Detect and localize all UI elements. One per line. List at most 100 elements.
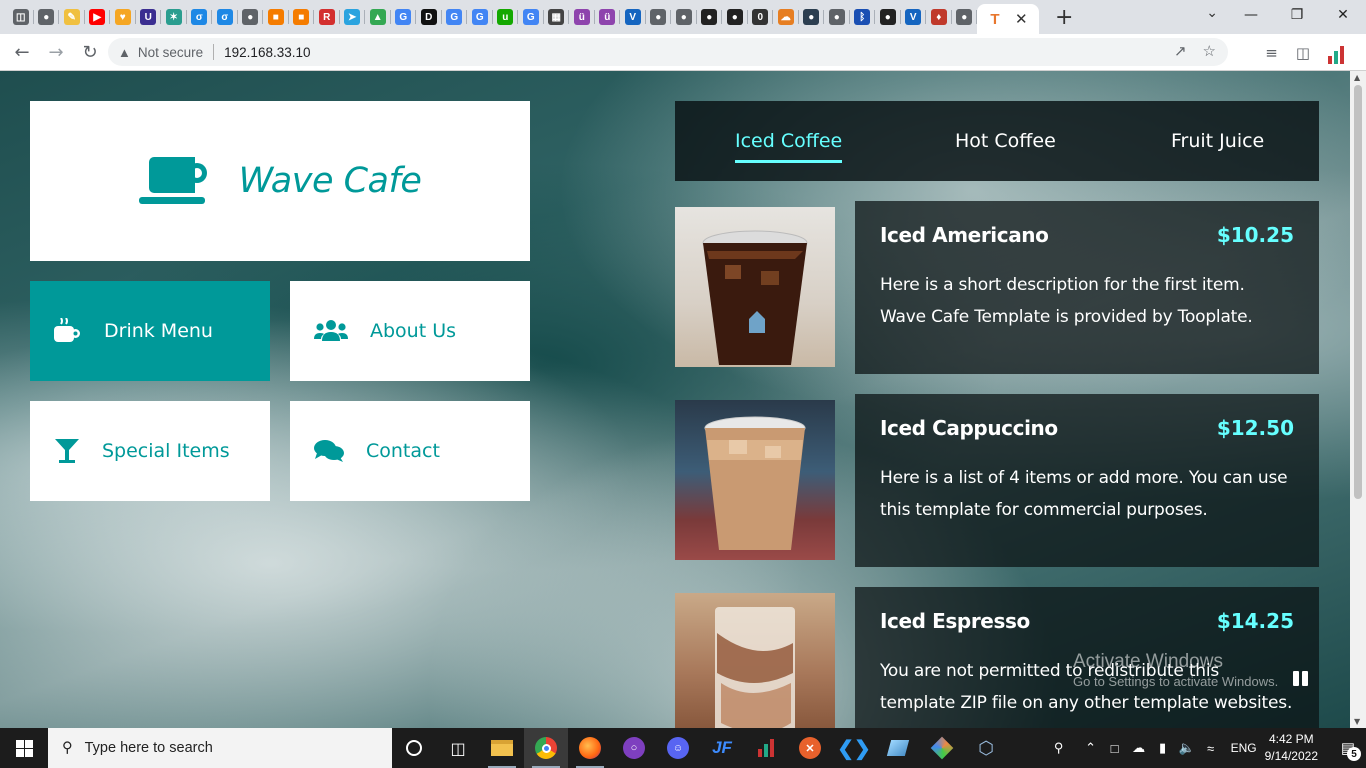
scrollbar-thumb[interactable] xyxy=(1354,85,1362,499)
browser-tab[interactable]: ● xyxy=(238,0,264,34)
task-view-icon[interactable]: ◫ xyxy=(436,728,480,768)
item-card-iced-americano[interactable]: Iced Americano $10.25 Here is a short de… xyxy=(855,201,1319,374)
browser-tab[interactable]: D xyxy=(416,0,442,34)
url-text[interactable]: 192.168.33.10 xyxy=(224,45,310,60)
browser-tab[interactable]: ü xyxy=(595,0,621,34)
browser-tab[interactable]: ♦ xyxy=(926,0,952,34)
basketball-icon[interactable]: ✕ xyxy=(788,728,832,768)
wifi-icon[interactable]: ≈ xyxy=(1199,741,1223,756)
tab-search-icon[interactable]: ⌄ xyxy=(1206,5,1218,21)
browser-tab[interactable]: R xyxy=(314,0,340,34)
item-description: Here is a short description for the firs… xyxy=(880,269,1294,333)
browser-tab[interactable]: ● xyxy=(646,0,672,34)
side-panel-icon[interactable]: ◫ xyxy=(1296,44,1310,62)
browser-tab[interactable]: ▶ xyxy=(85,0,111,34)
windows-start-icon[interactable] xyxy=(0,728,48,768)
browser-tab[interactable]: G xyxy=(518,0,544,34)
browser-tab[interactable]: ➤ xyxy=(340,0,366,34)
browser-tab[interactable]: ▲ xyxy=(365,0,391,34)
tor-icon[interactable]: ○ xyxy=(612,728,656,768)
people-icon[interactable]: ⚲ xyxy=(1047,740,1071,756)
browser-tab[interactable]: V xyxy=(901,0,927,34)
browser-tab[interactable]: G xyxy=(391,0,417,34)
clock[interactable]: 4:42 PM 9/14/2022 xyxy=(1265,731,1318,765)
browser-tab[interactable]: ᛒ xyxy=(850,0,876,34)
browser-tab[interactable]: ● xyxy=(952,0,978,34)
nav-contact[interactable]: Contact xyxy=(290,401,530,501)
virtualbox-icon[interactable]: ⬡ xyxy=(964,728,1008,768)
browser-tab[interactable]: ✎ xyxy=(59,0,85,34)
cloud-off-icon[interactable]: ☁ xyxy=(1127,740,1151,756)
browser-tab[interactable]: ● xyxy=(824,0,850,34)
scroll-down-icon[interactable]: ▼ xyxy=(1354,717,1360,726)
jf-icon[interactable]: JF xyxy=(700,728,744,768)
nav-drink-menu[interactable]: Drink Menu xyxy=(30,281,270,381)
logo-box[interactable]: Wave Cafe xyxy=(30,101,530,261)
vscode-icon[interactable]: ❮❯ xyxy=(832,728,876,768)
cortana-icon[interactable] xyxy=(392,728,436,768)
browser-tab[interactable]: ● xyxy=(697,0,723,34)
file-explorer-icon[interactable] xyxy=(480,728,524,768)
minimize-button[interactable]: — xyxy=(1228,0,1274,30)
browser-tab[interactable]: V xyxy=(620,0,646,34)
tab-iced-coffee[interactable]: Iced Coffee xyxy=(735,101,843,181)
nav-about-us[interactable]: About Us xyxy=(290,281,530,381)
warning-icon[interactable]: ▲ xyxy=(118,45,131,60)
browser-tab[interactable]: U xyxy=(136,0,162,34)
browser-tab[interactable]: ● xyxy=(799,0,825,34)
page-scrollbar[interactable]: ▲ ▼ xyxy=(1350,71,1366,728)
share-icon[interactable]: ↗ xyxy=(1174,42,1187,60)
browser-tab[interactable]: ü xyxy=(569,0,595,34)
browser-tab[interactable]: ● xyxy=(722,0,748,34)
discord-icon[interactable]: ☺ xyxy=(656,728,700,768)
browser-tab[interactable]: ■ xyxy=(263,0,289,34)
language-indicator[interactable]: ENG xyxy=(1231,741,1257,755)
usb-icon[interactable]: □ xyxy=(1103,741,1127,756)
browser-tab[interactable]: ✶ xyxy=(161,0,187,34)
security-label[interactable]: Not secure xyxy=(138,45,203,60)
tab-fruit-juice[interactable]: Fruit Juice xyxy=(1171,101,1264,181)
address-bar[interactable]: ▲ Not secure 192.168.33.10 ↗ ☆ xyxy=(108,38,1228,66)
close-tab-icon[interactable]: ✕ xyxy=(1015,10,1028,28)
extension-chart-icon[interactable] xyxy=(1328,42,1350,64)
browser-tab[interactable]: 0 xyxy=(748,0,774,34)
app-chart-icon[interactable] xyxy=(744,728,788,768)
tool-icon[interactable] xyxy=(876,728,920,768)
browser-tab[interactable]: G xyxy=(442,0,468,34)
close-window-button[interactable]: ✕ xyxy=(1320,0,1366,30)
notification-center-icon[interactable]: ▤ 5 xyxy=(1330,728,1366,768)
shield-icon: ♥ xyxy=(114,9,131,25)
taskbar-search-box[interactable]: ⚲ Type here to search xyxy=(48,728,392,768)
browser-tab[interactable]: ■ xyxy=(289,0,315,34)
git-icon[interactable] xyxy=(920,728,964,768)
browser-tab[interactable]: ▦ xyxy=(544,0,570,34)
browser-tab[interactable]: ● xyxy=(875,0,901,34)
browser-tab[interactable]: u xyxy=(493,0,519,34)
item-card-iced-cappuccino[interactable]: Iced Cappuccino $12.50 Here is a list of… xyxy=(855,394,1319,567)
browser-tab[interactable]: ☁ xyxy=(773,0,799,34)
back-icon[interactable]: ← xyxy=(6,36,38,68)
tab-hot-coffee[interactable]: Hot Coffee xyxy=(955,101,1056,181)
browser-tab[interactable]: ♥ xyxy=(110,0,136,34)
maximize-button[interactable]: ❐ xyxy=(1274,0,1320,30)
browser-tab[interactable]: σ xyxy=(187,0,213,34)
browser-tab[interactable]: G xyxy=(467,0,493,34)
scroll-up-icon[interactable]: ▲ xyxy=(1354,73,1360,82)
active-browser-tab[interactable]: T ✕ xyxy=(977,4,1039,34)
pause-icon[interactable] xyxy=(1293,671,1309,687)
browser-tab[interactable]: ◫ xyxy=(8,0,34,34)
battery-icon[interactable]: ▮ xyxy=(1151,740,1175,756)
new-tab-button[interactable]: + xyxy=(1055,5,1073,30)
browser-tab[interactable]: σ xyxy=(212,0,238,34)
nav-special-items[interactable]: Special Items xyxy=(30,401,270,501)
bookmark-star-icon[interactable]: ☆ xyxy=(1203,42,1216,60)
reading-list-icon[interactable]: ≡ xyxy=(1265,44,1278,62)
browser-tab[interactable]: ● xyxy=(34,0,60,34)
reload-icon[interactable]: ↻ xyxy=(74,36,106,68)
forward-icon[interactable]: → xyxy=(40,36,72,68)
volume-icon[interactable]: 🔈 xyxy=(1175,740,1199,756)
browser-tab[interactable]: ● xyxy=(671,0,697,34)
chrome-icon[interactable] xyxy=(524,728,568,768)
firefox-icon[interactable] xyxy=(568,728,612,768)
chevron-up-icon[interactable]: ⌃ xyxy=(1079,740,1103,756)
